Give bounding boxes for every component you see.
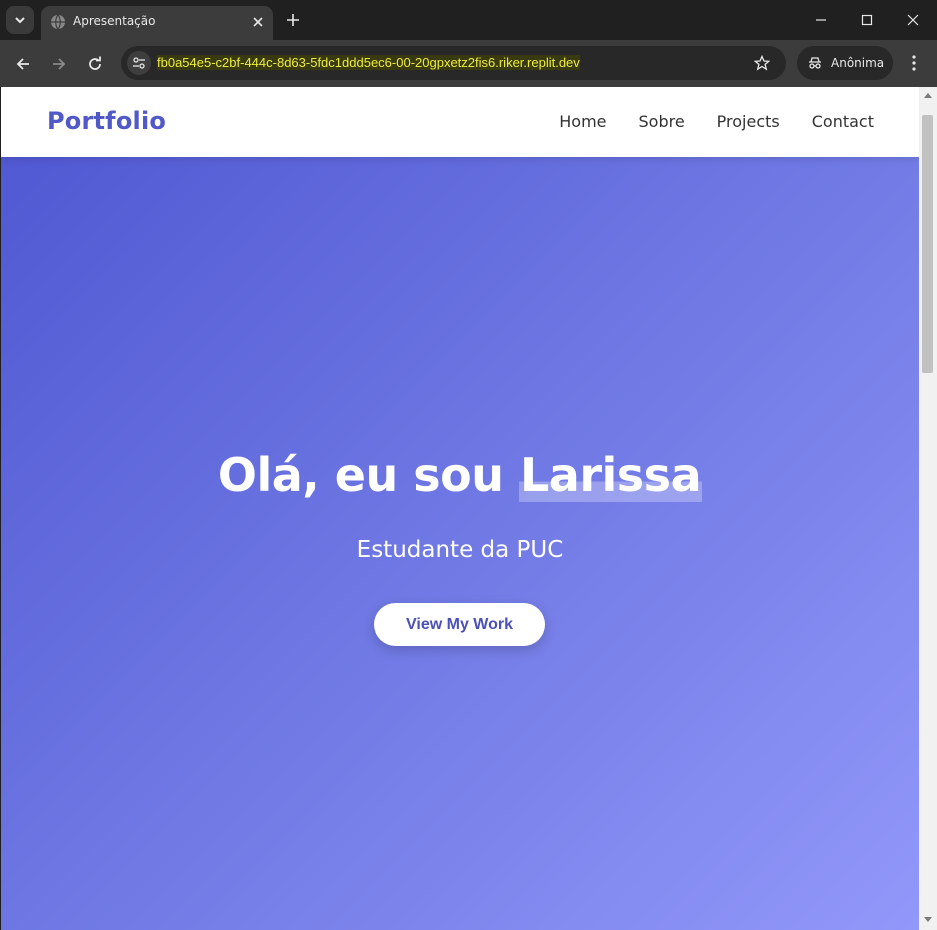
page-viewport: Portfolio Home Sobre Projects Contact Ol… (1, 87, 919, 930)
chevron-down-icon (15, 17, 25, 24)
maximize-button[interactable] (854, 8, 880, 32)
tab-title: Apresentação (73, 14, 156, 28)
plus-icon (287, 14, 299, 26)
browser-menu-button[interactable] (903, 51, 925, 75)
nav-link-sobre[interactable]: Sobre (639, 112, 685, 131)
incognito-label: Anônima (831, 53, 899, 73)
new-tab-button[interactable] (283, 10, 303, 30)
hero-subtitle: Estudante da PUC (356, 537, 564, 563)
hero-title-name: Larissa (519, 448, 703, 502)
url-text[interactable]: fb0a54e5-c2bf-444c-8d63-5fdc1ddd5ec6-00-… (157, 55, 580, 70)
address-bar[interactable]: fb0a54e5-c2bf-444c-8d63-5fdc1ddd5ec6-00-… (121, 46, 786, 80)
tab-strip: Apresentação (0, 0, 937, 40)
back-button[interactable] (10, 51, 36, 77)
forward-button[interactable] (46, 51, 72, 77)
tab-search-button[interactable] (6, 6, 34, 34)
globe-icon (51, 14, 65, 30)
page-scrollbar[interactable] (919, 87, 937, 930)
nav-link-projects[interactable]: Projects (717, 112, 780, 131)
scrollbar-thumb[interactable] (922, 115, 933, 373)
view-my-work-button[interactable]: View My Work (374, 603, 545, 646)
incognito-profile-button[interactable]: Anônima (797, 46, 899, 80)
site-logo[interactable]: Portfolio (47, 107, 166, 135)
tune-icon (133, 57, 145, 69)
nav-link-contact[interactable]: Contact (812, 112, 874, 131)
nav-link-home[interactable]: Home (559, 112, 606, 131)
site-info-button[interactable] (127, 51, 151, 75)
browser-tab[interactable]: Apresentação (41, 6, 273, 40)
reload-icon (89, 56, 101, 70)
star-icon (754, 55, 770, 71)
tab-close-button[interactable] (249, 13, 267, 31)
minimize-icon (816, 19, 826, 21)
site-header: Portfolio Home Sobre Projects Contact (1, 87, 919, 157)
incognito-icon (809, 57, 821, 69)
maximize-icon (861, 14, 873, 26)
close-icon (253, 17, 263, 27)
close-window-button[interactable] (900, 8, 926, 32)
hero-title-prefix: Olá, eu sou (217, 448, 519, 502)
reload-button[interactable] (82, 51, 108, 77)
bookmark-button[interactable] (753, 54, 771, 72)
minimize-button[interactable] (808, 8, 834, 32)
site-nav: Home Sobre Projects Contact (559, 112, 874, 131)
hero-title: Olá, eu sou Larissa (1, 448, 919, 502)
more-vertical-icon (912, 55, 916, 71)
arrow-left-icon (16, 58, 29, 70)
scroll-down-arrow[interactable] (924, 917, 932, 922)
scroll-up-arrow[interactable] (924, 93, 932, 98)
close-icon (907, 14, 919, 26)
arrow-right-icon (53, 58, 66, 70)
hero-section: Olá, eu sou Larissa Estudante da PUC Vie… (1, 157, 919, 930)
